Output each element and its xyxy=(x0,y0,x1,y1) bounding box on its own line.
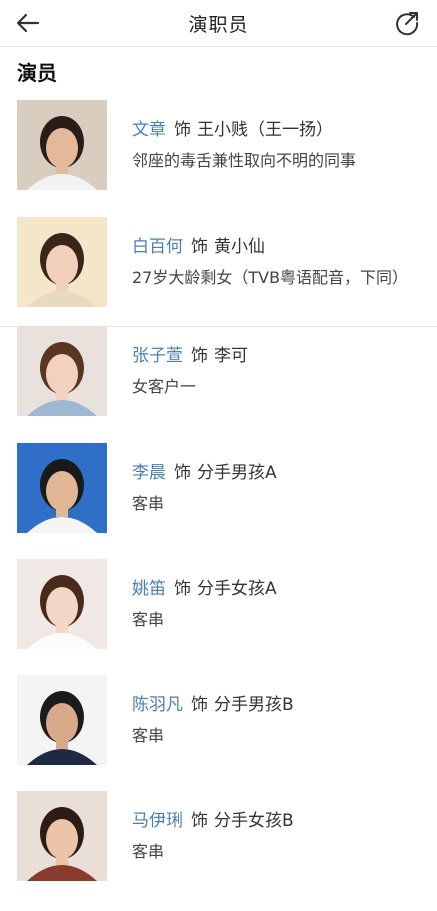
role-prefix: 饰 xyxy=(174,463,191,483)
cast-heading: 马伊琍饰分手女孩B xyxy=(132,809,422,833)
top-navigation-bar: 演职员 xyxy=(0,0,437,47)
role-prefix: 饰 xyxy=(174,120,191,140)
cast-heading: 李晨饰分手男孩A xyxy=(132,461,422,485)
cast-item[interactable]: 张子萱饰李可 女客户一 xyxy=(0,326,437,443)
role-prefix: 饰 xyxy=(174,579,191,599)
role-name: 分手女孩A xyxy=(197,579,277,599)
role-name: 王小贱（王一扬） xyxy=(197,120,333,140)
cast-info: 白百何饰黄小仙 27岁大龄剩女（TVB粤语配音，下同） xyxy=(132,235,422,289)
role-description: 客串 xyxy=(132,726,165,745)
actor-photo[interactable] xyxy=(17,100,107,190)
role-prefix: 饰 xyxy=(191,811,208,831)
cast-heading: 白百何饰黄小仙 xyxy=(132,235,422,259)
role-description: 女客户一 xyxy=(132,377,197,396)
actor-name-link[interactable]: 李晨 xyxy=(132,463,166,483)
cast-heading: 文章饰王小贱（王一扬） xyxy=(132,118,422,142)
cast-info: 文章饰王小贱（王一扬） 邻座的毒舌兼性取向不明的同事 xyxy=(132,118,422,172)
actor-name-link[interactable]: 白百何 xyxy=(132,237,183,257)
actor-photo[interactable] xyxy=(17,559,107,649)
cast-item[interactable]: 李晨饰分手男孩A 客串 xyxy=(0,443,437,559)
page-title: 演职员 xyxy=(188,14,249,36)
actor-photo[interactable] xyxy=(17,326,107,416)
role-prefix: 饰 xyxy=(191,346,208,366)
cast-heading: 陈羽凡饰分手男孩B xyxy=(132,693,422,717)
actor-name-link[interactable]: 张子萱 xyxy=(132,346,183,366)
role-description: 客串 xyxy=(132,610,165,629)
cast-item[interactable]: 马伊琍饰分手女孩B 客串 xyxy=(0,791,437,911)
actor-photo[interactable] xyxy=(17,443,107,533)
role-name: 黄小仙 xyxy=(214,237,265,257)
role-name: 李可 xyxy=(214,346,248,366)
role-description: 客串 xyxy=(132,494,165,513)
role-prefix: 饰 xyxy=(191,237,208,257)
cast-info: 陈羽凡饰分手男孩B 客串 xyxy=(132,693,422,747)
role-name: 分手男孩B xyxy=(214,695,294,715)
cast-heading: 姚笛饰分手女孩A xyxy=(132,577,422,601)
cast-info: 李晨饰分手男孩A 客串 xyxy=(132,461,422,515)
cast-item[interactable]: 姚笛饰分手女孩A 客串 xyxy=(0,559,437,675)
actor-photo[interactable] xyxy=(17,791,107,881)
actor-photo[interactable] xyxy=(17,675,107,765)
actor-name-link[interactable]: 姚笛 xyxy=(132,579,166,599)
role-name: 分手男孩A xyxy=(197,463,277,483)
role-description: 客串 xyxy=(132,842,165,861)
actor-name-link[interactable]: 文章 xyxy=(132,120,166,140)
actor-name-link[interactable]: 马伊琍 xyxy=(132,811,183,831)
cast-item[interactable]: 白百何饰黄小仙 27岁大龄剩女（TVB粤语配音，下同） xyxy=(0,217,437,326)
share-icon[interactable] xyxy=(393,9,421,37)
cast-info: 马伊琍饰分手女孩B 客串 xyxy=(132,809,422,863)
actor-name-link[interactable]: 陈羽凡 xyxy=(132,695,183,715)
actor-photo[interactable] xyxy=(17,217,107,307)
cast-info: 张子萱饰李可 女客户一 xyxy=(132,344,422,398)
cast-item[interactable]: 陈羽凡饰分手男孩B 客串 xyxy=(0,675,437,791)
role-name: 分手女孩B xyxy=(214,811,294,831)
cast-item[interactable]: 文章饰王小贱（王一扬） 邻座的毒舌兼性取向不明的同事 xyxy=(0,100,437,217)
role-prefix: 饰 xyxy=(191,695,208,715)
cast-heading: 张子萱饰李可 xyxy=(132,344,422,368)
section-title-cast: 演员 xyxy=(17,61,57,85)
role-description: 邻座的毒舌兼性取向不明的同事 xyxy=(132,151,357,170)
role-description: 27岁大龄剩女（TVB粤语配音，下同） xyxy=(132,268,409,287)
cast-info: 姚笛饰分手女孩A 客串 xyxy=(132,577,422,631)
